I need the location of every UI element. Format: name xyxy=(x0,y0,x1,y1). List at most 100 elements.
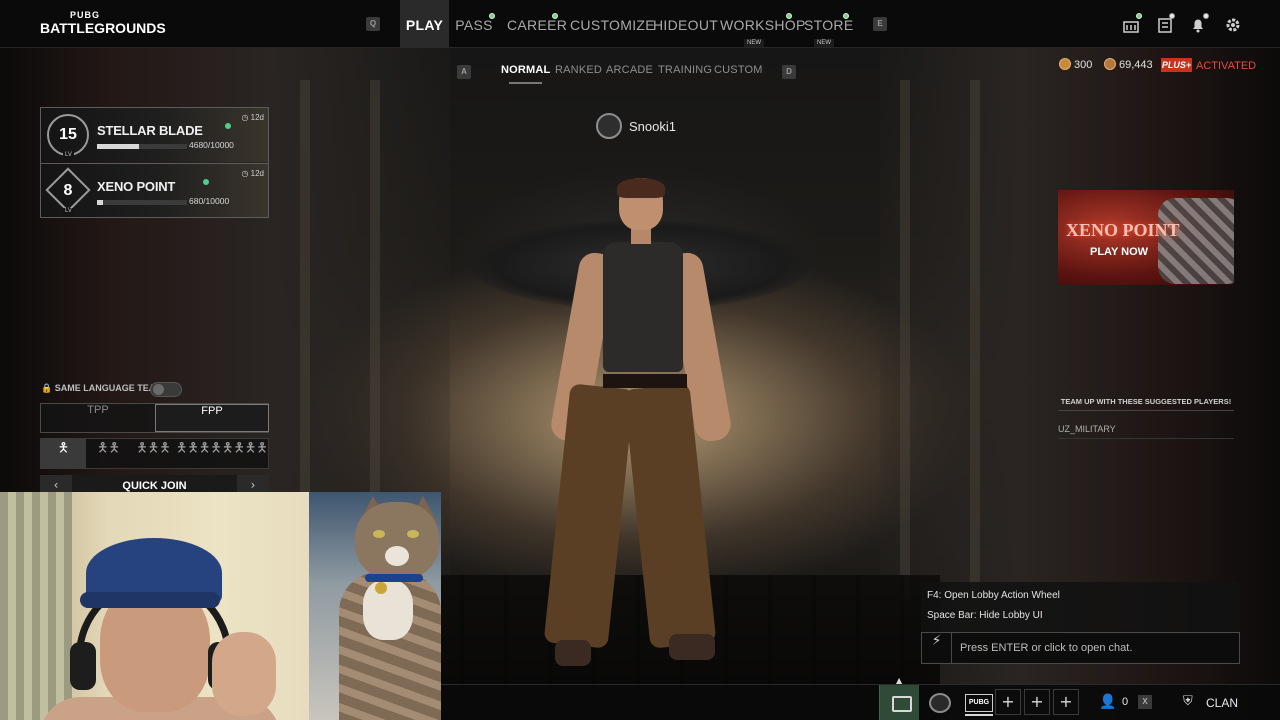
pass-level: 15 xyxy=(47,114,89,156)
chat-hint: Space Bar: Hide Lobby UI xyxy=(927,610,1043,621)
quick-join-label: QUICK JOIN xyxy=(122,480,187,492)
chat-toggle-icon[interactable] xyxy=(879,685,919,720)
character-shoe xyxy=(669,634,715,660)
same-language-toggle[interactable] xyxy=(150,382,182,397)
caret-up-icon: ▲ xyxy=(896,676,903,685)
chat-input[interactable]: ⚡ Press ENTER or click to open chat. xyxy=(921,632,1240,664)
cat-muzzle xyxy=(385,546,409,566)
quick-join-prev-icon[interactable]: ‹ xyxy=(40,475,72,493)
add-party-slot-icon[interactable]: + xyxy=(995,689,1021,715)
gem-icon xyxy=(203,179,209,185)
alert-dot xyxy=(1169,13,1175,19)
mode-ranked[interactable]: RANKED xyxy=(555,64,602,76)
headset-earcup xyxy=(70,642,96,690)
squad-duo-icon[interactable]: 🯅🯅 xyxy=(86,439,131,468)
pass-card-stellar-blade[interactable]: 15 LV STELLAR BLADE 4680/10000 ◷ 12d xyxy=(41,108,268,162)
pass-days: 12d xyxy=(250,113,264,122)
same-language-text: SAME LANGUAGE TEAM xyxy=(54,383,163,393)
character-hair xyxy=(617,178,665,198)
top-nav-bar: PUBG BATTLEGROUNDS Q PLAY PASS CAREER CU… xyxy=(0,0,1280,48)
friends-icon[interactable]: 👤 xyxy=(1099,694,1116,710)
cargo-rib xyxy=(970,80,980,600)
character-torso xyxy=(603,242,683,372)
player-emblem-icon[interactable] xyxy=(929,693,951,713)
add-party-slot-icon[interactable]: + xyxy=(1053,689,1079,715)
clan-button[interactable]: CLAN xyxy=(1206,696,1238,712)
slot-underline xyxy=(965,714,993,716)
player-emblem-icon xyxy=(596,113,622,139)
webcam-hand xyxy=(212,632,276,716)
new-tag: NEW xyxy=(814,39,834,47)
pass-xp: 4680/10000 xyxy=(189,140,234,150)
pass-time-remaining: ◷ 12d xyxy=(241,113,264,122)
banner-cta: PLAY NOW xyxy=(1090,246,1149,258)
webcam-cap-bill xyxy=(80,592,220,608)
plus-badge[interactable]: PLUS+ xyxy=(1161,58,1192,72)
banner-mech-art xyxy=(1158,198,1234,284)
mode-training[interactable]: TRAINING xyxy=(658,64,712,76)
perspective-tpp[interactable]: TPP xyxy=(41,404,155,432)
pass-progress-fill xyxy=(97,200,104,205)
pass-progress-bar xyxy=(97,144,187,149)
bottom-bar: ▲ PUBG + + + 👤 0 X ⛨ CLAN xyxy=(441,676,1280,720)
a-key-hint: A xyxy=(457,65,471,79)
cat-head xyxy=(355,502,439,580)
toggle-knob xyxy=(153,384,164,395)
level-label: LV xyxy=(63,208,74,214)
cat-tag xyxy=(375,582,387,594)
notification-dot xyxy=(786,13,792,19)
cat-eye xyxy=(407,530,419,538)
divider xyxy=(1058,410,1234,411)
cat-eye xyxy=(373,530,385,538)
mode-custom[interactable]: CUSTOM xyxy=(714,64,763,76)
plus-status: ACTIVATED xyxy=(1196,60,1257,72)
squad-solo-icon[interactable]: 🯅 xyxy=(41,439,86,468)
mode-arcade[interactable]: ARCADE xyxy=(606,64,653,76)
webcam-curtain xyxy=(0,492,72,720)
pass-card-xeno-point[interactable]: 8 LV XENO POINT 680/10000 ◷ 12d xyxy=(41,163,268,217)
tab-customize[interactable]: CUSTOMIZE xyxy=(570,0,655,48)
level-label: LV xyxy=(63,152,74,158)
divider xyxy=(1058,438,1234,439)
alert-dot xyxy=(1203,13,1209,19)
tab-career[interactable]: CAREER xyxy=(507,0,567,48)
gem-icon xyxy=(225,123,231,129)
mode-normal[interactable]: NORMAL xyxy=(501,64,550,84)
cat-chest xyxy=(363,580,413,640)
character-belt xyxy=(603,374,687,388)
pubg-slot[interactable]: PUBG xyxy=(965,694,993,712)
squad-four-icon[interactable]: 🯅🯅🯅🯅 xyxy=(176,439,222,468)
player-character xyxy=(543,178,734,670)
character-shoe xyxy=(555,640,591,666)
squad-trio-icon[interactable]: 🯅🯅🯅 xyxy=(131,439,176,468)
quick-join-next-icon[interactable]: › xyxy=(237,475,269,493)
webcam-streamer xyxy=(0,492,309,720)
gear-icon[interactable] xyxy=(1224,16,1242,34)
pass-time-remaining: ◷ 12d xyxy=(241,169,264,178)
pass-name: XENO POINT xyxy=(97,179,176,194)
bp-icon xyxy=(1104,58,1116,70)
tab-pass[interactable]: PASS xyxy=(455,0,493,48)
add-party-slot-icon[interactable]: + xyxy=(1024,689,1050,715)
lightning-icon[interactable]: ⚡ xyxy=(922,633,952,663)
coin-icon xyxy=(1059,58,1071,70)
d-key-hint: D xyxy=(782,65,796,79)
suggested-player[interactable]: UZ_MILITARY xyxy=(1058,424,1116,434)
same-language-team-label: 🔒 SAME LANGUAGE TEAM xyxy=(41,383,163,393)
cargo-rib xyxy=(900,80,910,600)
logo-top: PUBG xyxy=(69,10,100,20)
notification-dot xyxy=(1136,13,1142,19)
quick-join: ‹ QUICK JOIN › xyxy=(40,475,269,493)
clan-icon[interactable]: ⛨ xyxy=(1183,694,1199,710)
tab-play[interactable]: PLAY xyxy=(400,0,449,48)
x-key-hint: X xyxy=(1138,695,1152,709)
logo-bottom: BATTLEGROUNDS xyxy=(40,20,166,36)
perspective-selector: TPP FPP xyxy=(40,403,269,433)
player-name: Snooki1 xyxy=(629,119,676,134)
tab-hideout[interactable]: HIDEOUT xyxy=(653,0,718,48)
perspective-fpp[interactable]: FPP xyxy=(155,404,269,432)
squad-custom-icon[interactable]: 🯅🯅🯅🯅 xyxy=(222,439,268,468)
event-banner[interactable]: XENO POINT PLAY NOW xyxy=(1058,190,1234,285)
new-tag: NEW xyxy=(744,39,764,47)
pass-xp: 680/10000 xyxy=(189,196,230,206)
